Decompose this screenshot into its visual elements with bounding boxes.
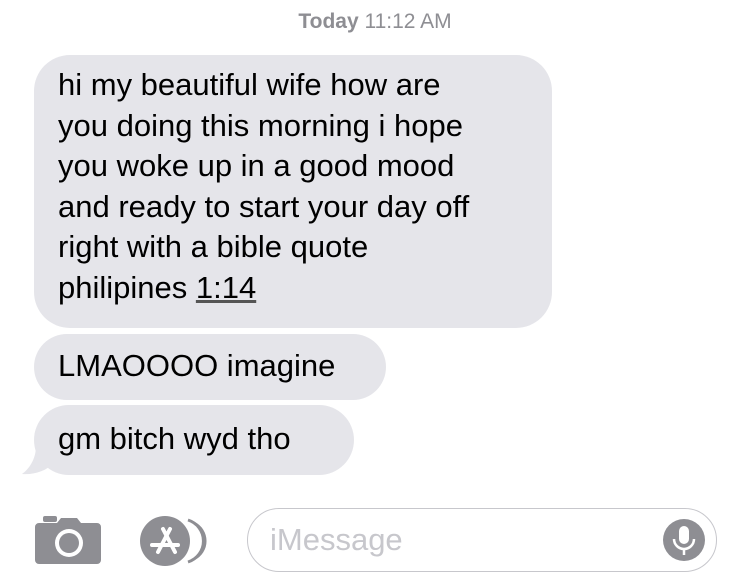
timestamp: Today 11:12 AM bbox=[0, 10, 750, 34]
timestamp-day: Today bbox=[298, 10, 359, 33]
message-bubble[interactable]: gm bitch wyd tho bbox=[34, 405, 354, 475]
timestamp-time: 11:12 AM bbox=[364, 10, 452, 33]
app-store-icon[interactable] bbox=[138, 514, 214, 568]
message-text: LMAOOOO imagine bbox=[58, 348, 336, 383]
message-line: you doing this morning i hope bbox=[58, 107, 463, 143]
camera-icon[interactable] bbox=[33, 516, 103, 564]
message-bubble[interactable]: hi my beautiful wife how are you doing t… bbox=[34, 55, 552, 328]
message-line: philipines 1:14 bbox=[58, 268, 526, 309]
microphone-icon[interactable] bbox=[662, 518, 706, 562]
message-line: you woke up in a good mood bbox=[58, 148, 455, 183]
message-bubble[interactable]: LMAOOOO imagine bbox=[34, 334, 386, 400]
message-line: and ready to start your day off bbox=[58, 188, 470, 224]
verse-link[interactable]: 1:14 bbox=[196, 270, 256, 305]
imessage-input[interactable] bbox=[247, 508, 717, 572]
message-line: hi my beautiful wife how are bbox=[58, 67, 441, 102]
message-line: right with a bible quote bbox=[58, 229, 369, 264]
message-text: gm bitch wyd tho bbox=[58, 421, 291, 456]
message-field[interactable] bbox=[270, 519, 630, 561]
message-text: philipines bbox=[58, 269, 196, 305]
